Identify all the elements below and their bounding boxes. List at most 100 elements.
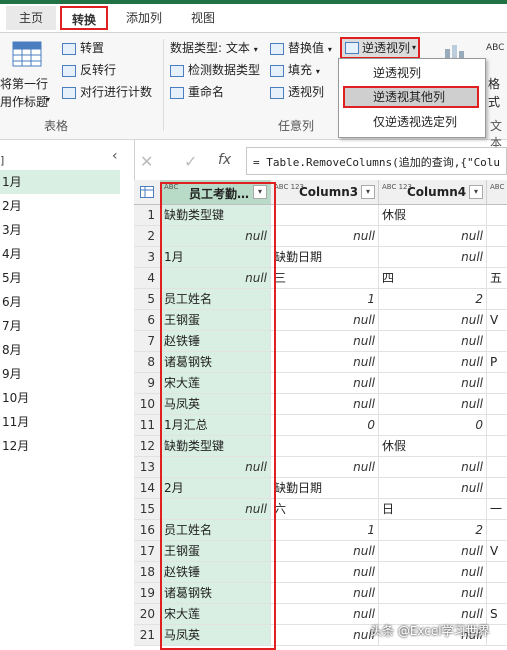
pivot-column-button[interactable]: 透视列 xyxy=(270,83,324,100)
table-cell[interactable]: 1月汇总 xyxy=(161,415,271,436)
column-header-1[interactable]: ABC 员工考勤… ▾ xyxy=(161,180,271,205)
query-item[interactable]: 3月 xyxy=(0,218,120,242)
table-cell[interactable]: 马凤英 xyxy=(161,625,271,646)
table-cell[interactable] xyxy=(487,247,507,268)
table-cell[interactable]: 王钢蛋 xyxy=(161,310,271,331)
transpose-button[interactable]: 转置 xyxy=(62,39,104,56)
table-cell[interactable]: null xyxy=(161,499,271,520)
table-cell[interactable]: 缺勤类型键 xyxy=(161,436,271,457)
query-item[interactable]: 5月 xyxy=(0,266,120,290)
table-cell[interactable]: 宋大莲 xyxy=(161,604,271,625)
query-item[interactable]: 6月 xyxy=(0,290,120,314)
table-cell[interactable]: 员工姓名 xyxy=(161,289,271,310)
table-cell[interactable]: null xyxy=(271,373,379,394)
table-cell[interactable]: 休假 xyxy=(379,436,487,457)
table-cell[interactable]: 赵铁锤 xyxy=(161,331,271,352)
table-cell[interactable]: null xyxy=(379,352,487,373)
table-cell[interactable]: 六 xyxy=(271,499,379,520)
table-cell[interactable]: null xyxy=(271,457,379,478)
table-cell[interactable]: null xyxy=(161,457,271,478)
table-cell[interactable]: 员工姓名 xyxy=(161,520,271,541)
table-cell[interactable]: 一 xyxy=(487,499,507,520)
table-cell[interactable]: V xyxy=(487,310,507,331)
table-cell[interactable]: 3 xyxy=(487,289,507,310)
table-cell[interactable] xyxy=(487,583,507,604)
table-cell[interactable]: 三 xyxy=(271,268,379,289)
table-cell[interactable] xyxy=(487,226,507,247)
table-cell[interactable]: null xyxy=(379,541,487,562)
table-cell[interactable] xyxy=(487,331,507,352)
table-cell[interactable]: null xyxy=(379,457,487,478)
query-item[interactable]: 8月 xyxy=(0,338,120,362)
query-item[interactable]: 7月 xyxy=(0,314,120,338)
table-cell[interactable]: null xyxy=(161,268,271,289)
table-cell[interactable]: 0 xyxy=(271,415,379,436)
table-cell[interactable]: null xyxy=(271,310,379,331)
column-header-4[interactable]: ABC 123 xyxy=(487,180,507,205)
table-cell[interactable]: P xyxy=(487,352,507,373)
table-cell[interactable]: null xyxy=(271,352,379,373)
table-cell[interactable]: 3 xyxy=(487,520,507,541)
table-cell[interactable]: null xyxy=(379,583,487,604)
table-cell[interactable]: S xyxy=(487,604,507,625)
tab-transform[interactable]: 转换 xyxy=(60,6,108,30)
table-cell[interactable]: 缺勤类型键 xyxy=(161,205,271,226)
table-cell[interactable]: 诸葛钢铁 xyxy=(161,352,271,373)
table-cell[interactable]: null xyxy=(379,310,487,331)
use-first-row-button[interactable]: 将第一行 xyxy=(0,75,48,92)
count-rows-button[interactable]: 对行进行计数 xyxy=(62,83,152,100)
formula-bar[interactable]: = Table.RemoveColumns(追加的查询,{"Colu xyxy=(246,147,507,175)
table-cell[interactable]: 赵铁锤 xyxy=(161,562,271,583)
table-cell[interactable]: null xyxy=(271,541,379,562)
table-cell[interactable]: 2 xyxy=(379,289,487,310)
table-cell[interactable] xyxy=(487,478,507,499)
table-cell[interactable] xyxy=(487,373,507,394)
detect-type-button[interactable]: 检测数据类型 xyxy=(170,61,260,78)
table-cell[interactable]: 1 xyxy=(271,289,379,310)
table-cell[interactable]: null xyxy=(271,226,379,247)
menu-item-unpivot-columns[interactable]: 逆透视列 xyxy=(343,62,479,84)
table-cell[interactable]: 诸葛钢铁 xyxy=(161,583,271,604)
table-cell[interactable] xyxy=(271,205,379,226)
tab-add-column[interactable]: 添加列 xyxy=(116,6,172,30)
table-cell[interactable]: null xyxy=(271,625,379,646)
data-type-dropdown[interactable]: 数据类型: 文本 ▾ xyxy=(170,39,258,56)
chevron-down-icon[interactable]: ▾ xyxy=(46,95,50,104)
table-cell[interactable]: 日 xyxy=(379,499,487,520)
table-cell[interactable]: 五 xyxy=(487,268,507,289)
table-cell[interactable] xyxy=(487,625,507,646)
table-cell[interactable]: null xyxy=(271,331,379,352)
query-item[interactable]: 4月 xyxy=(0,242,120,266)
table-cell[interactable]: null xyxy=(379,562,487,583)
replace-values-button[interactable]: 替换值 ▾ xyxy=(270,39,332,56)
column-header-3[interactable]: ABC 123 Column4 ▾ xyxy=(379,180,487,205)
reverse-rows-button[interactable]: 反转行 xyxy=(62,61,116,78)
column-header-2[interactable]: ABC 123 Column3 ▾ xyxy=(271,180,379,205)
filter-dropdown-icon[interactable]: ▾ xyxy=(361,185,375,199)
table-cell[interactable]: null xyxy=(271,562,379,583)
query-item[interactable]: 1月 xyxy=(0,170,120,194)
table-cell[interactable]: null xyxy=(379,373,487,394)
unpivot-columns-button[interactable]: 逆透视列 ▾ xyxy=(340,37,420,59)
use-first-row-button-line2[interactable]: 用作标题 xyxy=(0,93,48,110)
table-cell[interactable]: 缺勤日期 xyxy=(271,247,379,268)
query-item[interactable]: 12月 xyxy=(0,434,120,458)
table-cell[interactable]: null xyxy=(271,394,379,415)
table-cell[interactable] xyxy=(487,436,507,457)
table-cell[interactable]: null xyxy=(161,226,271,247)
table-cell[interactable]: null xyxy=(379,394,487,415)
format-button-line2[interactable]: 式 xyxy=(488,93,500,110)
table-cell[interactable]: 休假 xyxy=(379,205,487,226)
menu-item-unpivot-selected-columns[interactable]: 仅逆透视选定列 xyxy=(343,111,479,133)
table-cell[interactable]: 2月 xyxy=(161,478,271,499)
filter-dropdown-icon[interactable]: ▾ xyxy=(253,185,267,199)
query-item[interactable]: 2月 xyxy=(0,194,120,218)
collapse-chevron-icon[interactable]: ‹ xyxy=(112,148,118,164)
table-cell[interactable]: null xyxy=(271,604,379,625)
table-cell[interactable]: 宋大莲 xyxy=(161,373,271,394)
table-cell[interactable]: 1月 xyxy=(161,247,271,268)
table-cell[interactable]: 1 xyxy=(271,520,379,541)
table-cell[interactable]: 马凤英 xyxy=(161,394,271,415)
table-cell[interactable]: 2 xyxy=(379,520,487,541)
confirm-icon[interactable]: ✓ xyxy=(184,152,197,171)
